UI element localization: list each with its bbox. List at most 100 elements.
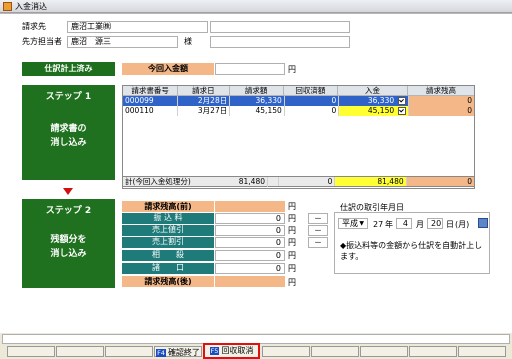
contact-label: 先方担当者 — [22, 37, 62, 46]
cell-collected: 0 — [285, 96, 340, 106]
era-value: 平成 — [342, 219, 358, 228]
year-value: 27 — [373, 220, 384, 229]
cell-invoice-date: 2月28日 — [178, 96, 231, 106]
transfer-fee-unit: 円 — [288, 214, 296, 223]
month-unit: 月 — [416, 220, 424, 229]
cell-collected: 0 — [285, 106, 340, 116]
step1-desc-2: 消し込み — [50, 138, 87, 148]
totals-payment: 81,480 — [335, 177, 407, 186]
month-input[interactable]: 4 — [396, 218, 412, 229]
cell-payment[interactable]: 45,150 — [339, 106, 409, 116]
payment-amount-input[interactable] — [215, 63, 285, 75]
checkbox-icon[interactable] — [397, 107, 406, 115]
offset-unit: 円 — [288, 251, 296, 260]
sales-rebate-dash-button[interactable]: － — [308, 237, 328, 248]
step2-box: ステップ 2 残額分を 消し込み — [22, 199, 115, 288]
col-payment: 入金 — [337, 86, 408, 96]
year-unit: 年 — [385, 220, 393, 229]
window-title: 入金消込 — [15, 2, 47, 11]
confirm-end-label: 確認終了 — [167, 348, 200, 357]
col-invoice-date: 請求日 — [178, 86, 230, 96]
balance-before-label: 請求残高(前) — [122, 201, 214, 212]
table-row[interactable]: 000099 2月28日 36,330 0 36,330 0 — [123, 96, 474, 106]
invoice-table: 請求書番号 請求日 請求額 回収済額 入金 請求残高 000099 2月28日 … — [122, 85, 475, 189]
col-collected: 回収済額 — [283, 86, 338, 96]
step1-title: ステップ 1 — [45, 92, 92, 102]
step2-desc-2: 消し込み — [50, 249, 87, 259]
empty-function-button[interactable] — [311, 346, 359, 357]
transfer-fee-dash-button[interactable]: － — [308, 213, 328, 224]
auto-journal-note: ◆振込料等の金額から仕訳を自動計上します。 — [340, 241, 483, 261]
misc-label: 諸 口 — [122, 263, 214, 274]
transfer-fee-input[interactable]: 0 — [215, 213, 285, 224]
payment-unit: 円 — [288, 65, 296, 74]
f5-key-badge: F5 — [209, 346, 220, 355]
balance-after-value — [215, 276, 285, 287]
cell-payment-value: 36,330 — [367, 96, 395, 105]
day-unit: 日 — [446, 220, 454, 229]
day-input[interactable]: 20 — [427, 218, 443, 229]
cancel-collection-button[interactable]: F5 回収取消 — [203, 343, 260, 359]
weekday-label: (月) — [455, 220, 470, 229]
cell-balance: 0 — [408, 96, 474, 106]
calendar-icon[interactable] — [478, 218, 488, 228]
sales-discount-dash-button[interactable]: － — [308, 225, 328, 236]
cell-invoice-amount: 45,150 — [230, 106, 285, 116]
sales-discount-label: 売上値引 — [122, 225, 214, 236]
balance-after-unit: 円 — [288, 278, 296, 287]
offset-label: 相 殺 — [122, 250, 214, 261]
misc-unit: 円 — [288, 264, 296, 273]
sales-rebate-input[interactable]: 0 — [215, 237, 285, 248]
empty-function-button[interactable] — [56, 346, 104, 357]
cancel-collection-label: 回収取消 — [221, 346, 254, 355]
down-arrow-icon — [63, 188, 73, 195]
window-titlebar: 入金消込 — [0, 0, 512, 13]
empty-function-button[interactable] — [7, 346, 55, 357]
status-journal-posted: 仕訳計上済み — [22, 62, 115, 76]
f4-key-badge: F4 — [156, 348, 166, 357]
empty-function-button[interactable] — [458, 346, 506, 357]
col-invoice-no: 請求書番号 — [123, 86, 179, 96]
step2-desc-1: 残額分を — [50, 235, 87, 245]
balance-before-value — [215, 201, 285, 212]
customer-field[interactable]: 鹿沼工業㈱ — [67, 21, 208, 33]
step1-desc-1: 請求書の — [50, 124, 87, 134]
empty-function-button[interactable] — [409, 346, 457, 357]
table-row[interactable]: 000110 3月27日 45,150 0 45,150 0 — [123, 106, 474, 116]
chevron-down-icon: ▼ — [359, 220, 364, 227]
customer-label: 請求先 — [22, 22, 46, 31]
empty-function-button[interactable] — [262, 346, 310, 357]
sales-discount-input[interactable]: 0 — [215, 225, 285, 236]
cell-invoice-no: 000110 — [123, 106, 179, 116]
step1-box: ステップ 1 請求書の 消し込み — [22, 85, 115, 180]
cell-invoice-no: 000099 — [123, 96, 179, 106]
cell-invoice-date: 3月27日 — [178, 106, 231, 116]
misc-input[interactable]: 0 — [215, 263, 285, 274]
col-balance: 請求残高 — [407, 86, 475, 96]
balance-after-label: 請求残高(後) — [122, 276, 214, 287]
balance-before-unit: 円 — [288, 202, 296, 211]
empty-function-button[interactable] — [360, 346, 408, 357]
checkbox-icon[interactable] — [397, 97, 406, 105]
customer-extra-field[interactable] — [210, 21, 350, 33]
cell-payment[interactable]: 36,330 — [339, 96, 409, 106]
confirm-end-button[interactable]: F4 確認終了 — [154, 346, 202, 357]
cell-payment-value: 45,150 — [367, 106, 395, 115]
offset-input[interactable]: 0 — [215, 250, 285, 261]
totals-amount: 81,480 — [214, 177, 268, 187]
transfer-fee-label: 振 込 料 — [122, 213, 214, 224]
app-icon — [3, 2, 12, 11]
contact-extra-field[interactable] — [210, 36, 350, 48]
sales-rebate-label: 売上割引 — [122, 237, 214, 248]
totals-balance: 0 — [406, 177, 474, 186]
totals-row: 計(今回入金処理分) 0 81,480 0 — [122, 176, 475, 187]
empty-function-button[interactable] — [105, 346, 153, 357]
table-header: 請求書番号 請求日 請求額 回収済額 入金 請求残高 — [123, 86, 475, 96]
cell-invoice-amount: 36,330 — [230, 96, 285, 106]
step2-title: ステップ 2 — [45, 206, 92, 216]
col-invoice-amount: 請求額 — [229, 86, 284, 96]
honorific-label: 様 — [184, 37, 192, 46]
era-select[interactable]: 平成 ▼ — [338, 218, 368, 229]
totals-collected: 0 — [279, 177, 336, 186]
contact-field[interactable]: 鹿沼 源三 — [67, 36, 178, 48]
